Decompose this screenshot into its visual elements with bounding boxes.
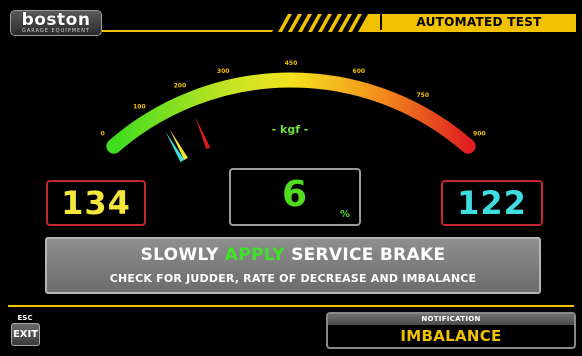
gauge-tick-label: 900 bbox=[473, 130, 486, 137]
footer-divider bbox=[8, 305, 574, 307]
exit-button[interactable]: EXIT bbox=[11, 323, 40, 346]
gauge-tick-label: 100 bbox=[133, 103, 146, 110]
right-readout: 122 bbox=[441, 180, 543, 226]
notification-panel: NOTIFICATION IMBALANCE bbox=[326, 312, 576, 349]
notification-header: NOTIFICATION bbox=[328, 314, 574, 325]
imbalance-readout: 6 % bbox=[229, 168, 361, 226]
gauge-tick-label: 200 bbox=[174, 82, 187, 89]
gauge-needle-right bbox=[165, 131, 185, 163]
right-value: 122 bbox=[457, 184, 527, 222]
esc-key-label: ESC bbox=[17, 314, 33, 322]
unit-label: - kgf - bbox=[271, 123, 309, 136]
gauge-arc bbox=[106, 72, 476, 154]
instruction-highlight: APPLY bbox=[224, 245, 285, 265]
instruction-heading: SLOWLY APPLY SERVICE BRAKE bbox=[47, 245, 539, 265]
percent-unit: % bbox=[339, 209, 350, 220]
left-value: 134 bbox=[61, 184, 131, 222]
instruction-prefix: SLOWLY bbox=[140, 245, 225, 265]
gauge-tick-label: 600 bbox=[353, 68, 366, 75]
gauge-tick-label: 750 bbox=[417, 92, 430, 99]
gauge-tick-label: 450 bbox=[285, 60, 298, 67]
gauge-tick-label: 300 bbox=[217, 68, 230, 75]
instruction-detail: CHECK FOR JUDDER, RATE OF DECREASE AND I… bbox=[109, 272, 477, 285]
notification-message: IMBALANCE bbox=[400, 327, 502, 345]
gauge-tick-label: 0 bbox=[101, 130, 105, 137]
instruction-suffix: SERVICE BRAKE bbox=[284, 245, 446, 265]
gauge-needle-peak bbox=[195, 116, 211, 150]
notification-label: NOTIFICATION bbox=[421, 315, 481, 323]
instruction-panel: SLOWLY APPLY SERVICE BRAKE CHECK FOR JUD… bbox=[45, 237, 541, 294]
left-readout: 134 bbox=[46, 180, 146, 226]
